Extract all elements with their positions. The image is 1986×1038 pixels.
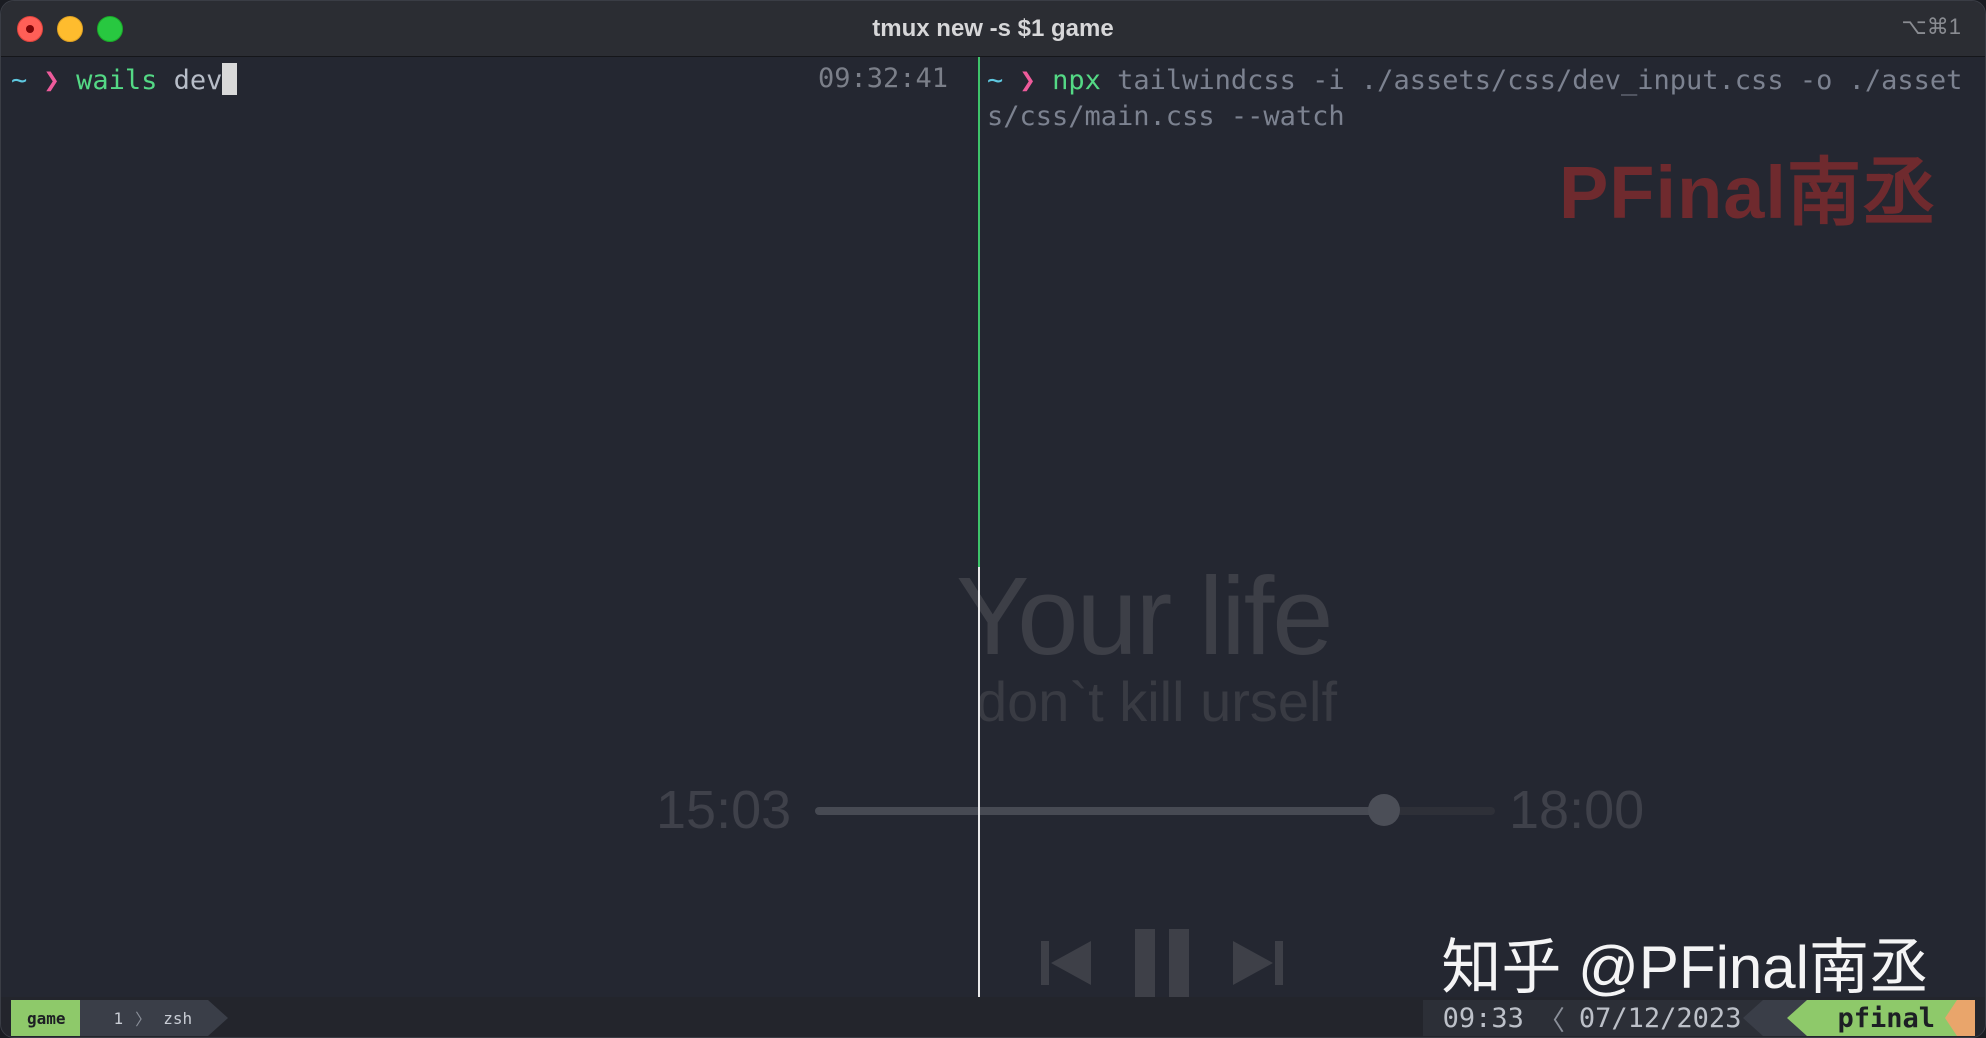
window-index: 1 <box>113 1008 124 1028</box>
terminal-window: tmux new -s $1 game ⌥⌘1 Your life don`t … <box>0 0 1986 1038</box>
right-prompt-line: ~ ❯ npx tailwindcss -i ./assets/css/dev_… <box>987 63 1962 99</box>
left-pane-clock: 09:32:41 <box>817 63 948 94</box>
host-segment: pfinal <box>1743 1000 1985 1036</box>
terminal-area[interactable]: Your life don`t kill urself 15:03 18:00 <box>1 57 1985 1001</box>
command-argument: dev <box>157 65 223 96</box>
host-name: pfinal <box>1787 1000 1957 1036</box>
window-title: tmux new -s $1 game <box>872 14 1114 42</box>
prompt-tilde: ~ <box>987 65 1004 96</box>
prompt-chevron: ❯ <box>43 65 60 96</box>
window-shortcut: ⌥⌘1 <box>1901 14 1961 39</box>
title-bar[interactable]: tmux new -s $1 game ⌥⌘1 <box>1 1 1985 57</box>
window-controls <box>17 16 123 42</box>
pane-divider-active[interactable] <box>978 57 980 567</box>
text-cursor <box>222 63 238 95</box>
command-arguments-line1: tailwindcss -i ./assets/css/dev_input.cs… <box>1100 65 1963 96</box>
command-text: wails <box>76 65 158 96</box>
host-tail-accent <box>1945 1000 1975 1036</box>
maximize-button[interactable] <box>97 16 123 42</box>
prompt-chevron: ❯ <box>1019 65 1036 96</box>
chevron-left-icon: 〈 <box>1537 1005 1565 1037</box>
close-button[interactable] <box>17 16 43 42</box>
minimize-button[interactable] <box>57 16 83 42</box>
pane-divider[interactable] <box>978 567 980 997</box>
left-prompt-line: ~ ❯ wails dev <box>11 63 238 99</box>
chevron-right-icon: 〉 <box>135 1010 152 1029</box>
pfinal-watermark: PFinal南丞 <box>1558 151 1937 234</box>
status-time: 09:33 <box>1442 1002 1524 1034</box>
tmux-status-bar: game 1 〉 zsh 09:33 〈 07/12/2023 pfinal <box>1 997 1985 1037</box>
status-date: 07/12/2023 <box>1578 1002 1742 1034</box>
datetime: 09:33 〈 07/12/2023 <box>1422 1000 1764 1037</box>
window-list-item[interactable]: 1 〉 zsh <box>79 1000 228 1036</box>
session-name[interactable]: game <box>11 1000 99 1036</box>
right-pane[interactable]: ~ ❯ npx tailwindcss -i ./assets/css/dev_… <box>981 57 1985 997</box>
status-right: 09:33 〈 07/12/2023 pfinal <box>1422 1000 1985 1037</box>
window-name: zsh <box>163 1008 193 1028</box>
prompt-tilde: ~ <box>11 65 28 96</box>
left-pane[interactable]: ~ ❯ wails dev 09:32:41 <box>1 57 978 997</box>
command-arguments-line2: s/css/main.css --watch <box>987 101 1345 132</box>
zhihu-watermark: 知乎 @PFinal南丞 <box>1441 934 1929 1001</box>
command-text: npx <box>1052 65 1101 96</box>
